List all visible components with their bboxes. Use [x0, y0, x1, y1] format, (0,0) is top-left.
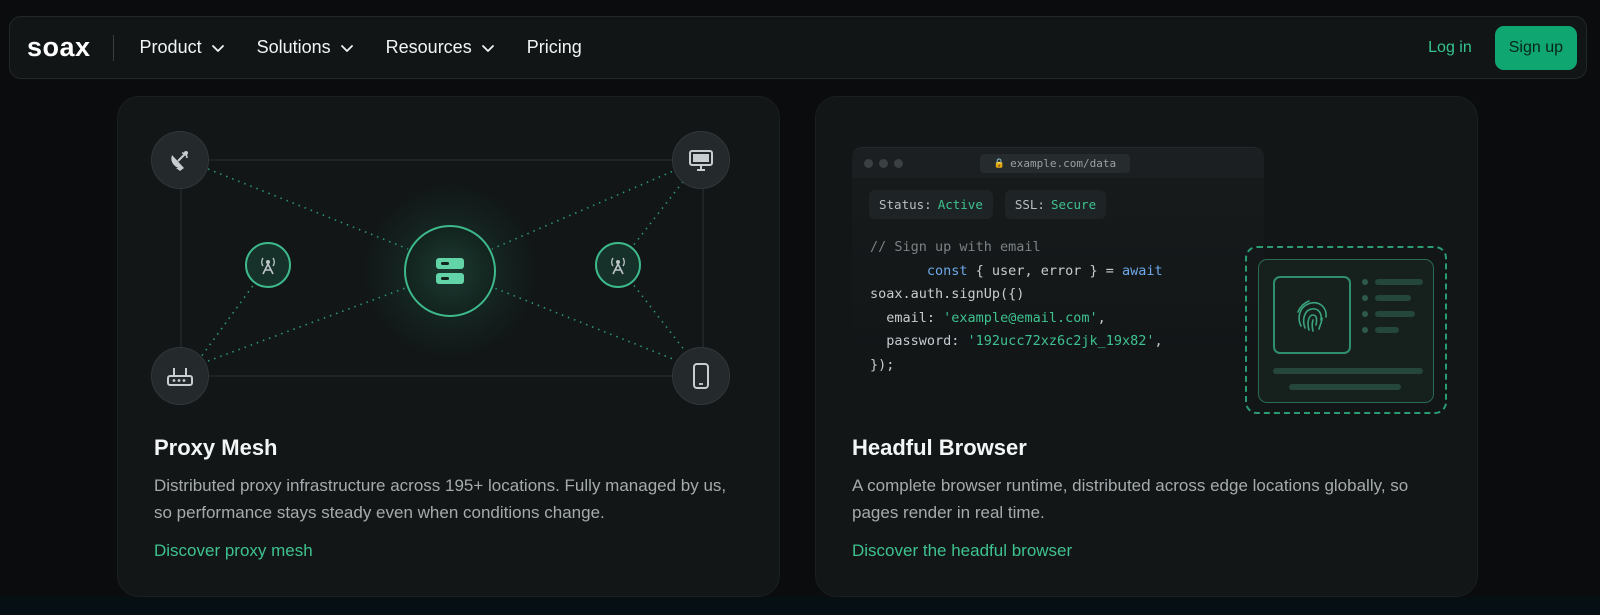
- discover-headful-browser-link[interactable]: Discover the headful browser: [852, 541, 1072, 561]
- smartphone-node: [672, 347, 730, 405]
- code-keyword: await: [1121, 262, 1163, 279]
- satellite-node: [151, 131, 209, 189]
- auth-line: [1375, 279, 1423, 285]
- card-description: Distributed proxy infrastructure across …: [154, 476, 727, 522]
- lock-icon: 🔒: [993, 158, 1006, 169]
- nav-item-solutions[interactable]: Solutions: [257, 37, 354, 58]
- nav-item-label: Pricing: [526, 37, 582, 57]
- nav-item-label: Resources: [385, 37, 472, 57]
- browser-mockup: 🔒 example.com/data Status: Active SSL: S…: [852, 147, 1447, 414]
- status-row: Status: Active SSL: Secure: [869, 190, 1118, 219]
- nav-item-label: Solutions: [256, 37, 331, 57]
- cell-tower-icon: [611, 257, 625, 275]
- auth-line: [1375, 295, 1411, 301]
- proxy-hub: [404, 225, 496, 317]
- router-node: [151, 347, 209, 405]
- auth-dot: [1362, 279, 1368, 285]
- code-text: });: [870, 356, 895, 373]
- auth-line: [1375, 311, 1415, 317]
- status-value: Active: [937, 197, 983, 212]
- monitor-icon: [689, 150, 713, 171]
- nav-item-pricing[interactable]: Pricing: [527, 37, 582, 58]
- code-keyword: const: [926, 262, 968, 279]
- auth-line: [1375, 327, 1399, 333]
- code-key: password:: [886, 333, 968, 349]
- url-bar: 🔒 example.com/data: [980, 154, 1130, 173]
- code-text: soax.auth.signUp({): [870, 286, 1025, 302]
- top-navigation: soax Product Solutions Resources Pricing…: [9, 16, 1587, 79]
- code-string: '192ucc72xz6c2jk_19x82': [967, 333, 1155, 349]
- nav-item-product[interactable]: Product: [140, 37, 225, 58]
- router-icon: [167, 368, 193, 386]
- auth-line: [1273, 368, 1423, 374]
- ssl-badge: SSL: Secure: [1004, 190, 1107, 219]
- auth-card: [1258, 259, 1434, 403]
- signup-button[interactable]: Sign up: [1494, 25, 1577, 70]
- tower-node-left: [245, 242, 291, 288]
- nav-divider: [112, 34, 114, 61]
- nav-item-resources[interactable]: Resources: [386, 37, 495, 58]
- auth-dot: [1362, 327, 1368, 333]
- cell-tower-icon: [261, 257, 275, 275]
- code-string: 'example@email.com': [943, 309, 1098, 326]
- card-title: Headful Browser: [852, 435, 1027, 460]
- login-link[interactable]: Log in: [1428, 39, 1472, 57]
- status-label: Status:: [879, 197, 932, 212]
- window-dot-icon: [879, 158, 888, 168]
- window-dot-icon: [864, 158, 873, 168]
- chevron-down-icon: [481, 44, 494, 52]
- soax-logo[interactable]: soax: [27, 32, 91, 63]
- server-hub-icon: [436, 258, 464, 284]
- fingerprint-frame: [1273, 276, 1351, 354]
- code-comment: // Sign up with email: [870, 239, 1041, 255]
- chevron-down-icon: [340, 44, 353, 52]
- card-description: A complete browser runtime, distributed …: [852, 476, 1409, 522]
- card-title: Proxy Mesh: [154, 435, 278, 460]
- nav-item-label: Product: [139, 37, 202, 57]
- fingerprint-icon: [1297, 300, 1327, 332]
- nav-actions: Log in Sign up: [1428, 25, 1586, 70]
- page-bottom-band: [0, 597, 1600, 615]
- code-text: { user, error } =: [967, 262, 1122, 279]
- headful-browser-card: 🔒 example.com/data Status: Active SSL: S…: [815, 96, 1478, 597]
- ssl-label: SSL:: [1014, 197, 1045, 212]
- ssl-value: Secure: [1050, 197, 1097, 212]
- browser-toolbar: 🔒 example.com/data: [852, 148, 1264, 178]
- proxy-mesh-card: Proxy Mesh Distributed proxy infrastruct…: [117, 96, 780, 597]
- code-key: email:: [886, 309, 944, 326]
- satellite-dish-icon: [171, 151, 188, 171]
- code-snippet: // Sign up with email const { user, erro…: [870, 239, 1163, 373]
- auth-panel: [1245, 246, 1447, 414]
- chevron-down-icon: [211, 44, 224, 52]
- discover-proxy-mesh-link[interactable]: Discover proxy mesh: [154, 541, 313, 561]
- auth-dot: [1362, 295, 1368, 301]
- tower-node-right: [595, 242, 641, 288]
- proxy-mesh-illustration: [118, 97, 781, 427]
- status-badge: Status: Active: [869, 190, 993, 219]
- auth-line: [1289, 384, 1401, 390]
- smartphone-icon: [693, 363, 709, 389]
- window-dot-icon: [894, 158, 903, 168]
- url-text: example.com/data: [1010, 157, 1117, 170]
- auth-dot: [1362, 311, 1368, 317]
- monitor-node: [672, 131, 730, 189]
